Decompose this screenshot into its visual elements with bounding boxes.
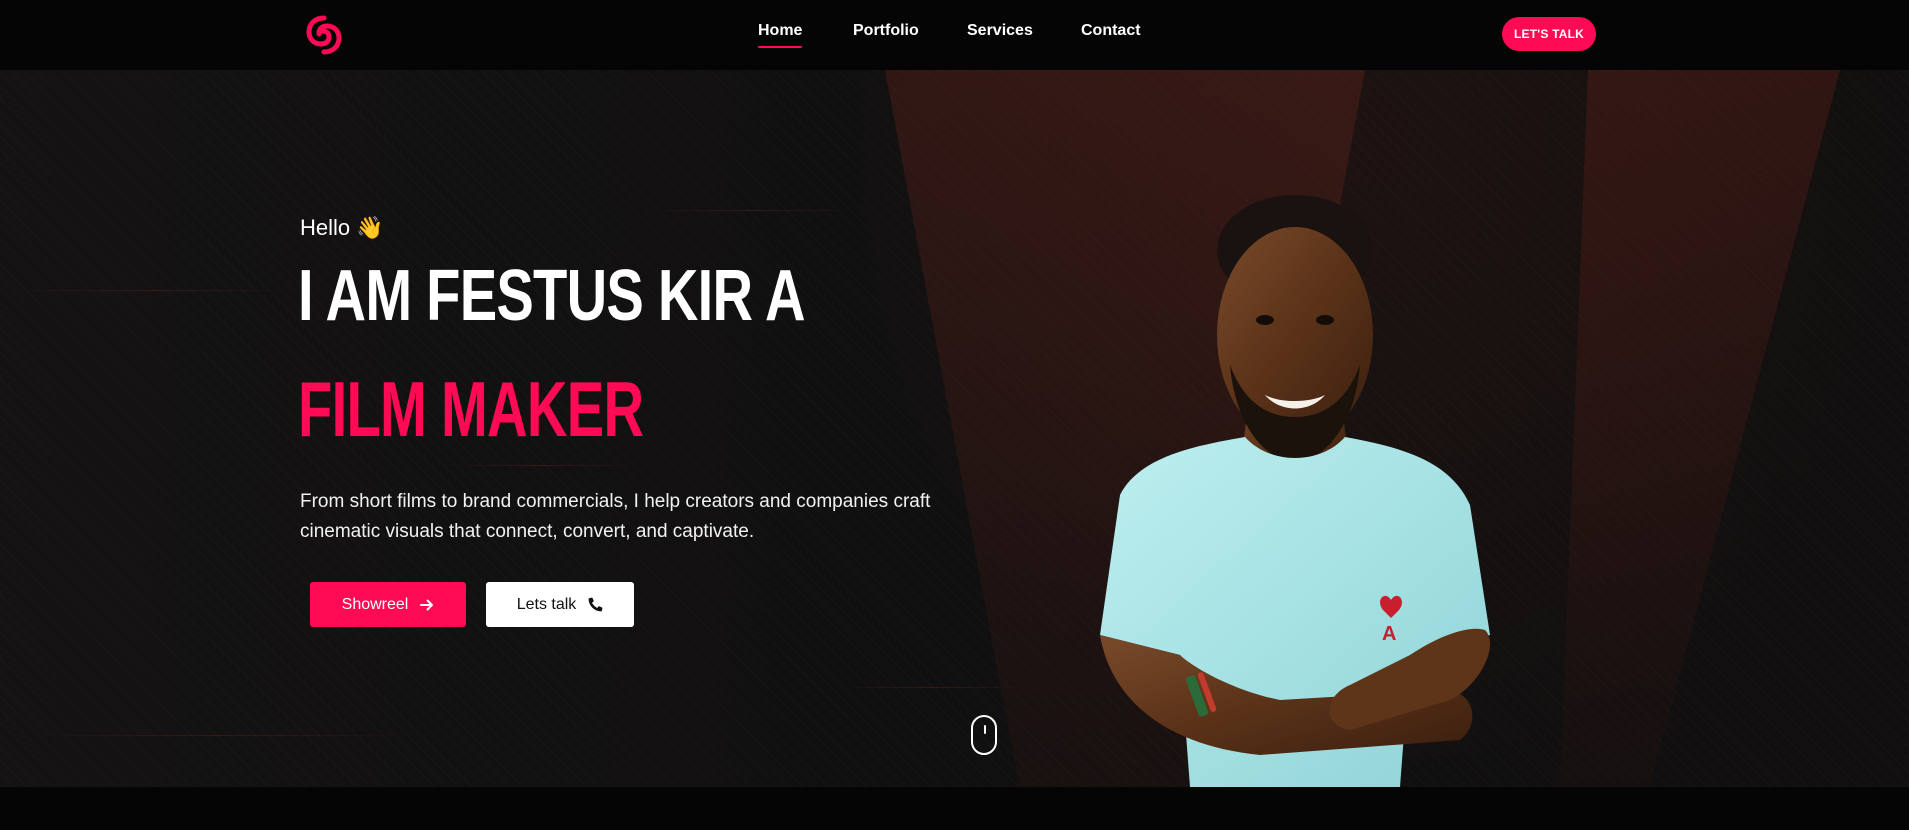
nav-portfolio[interactable]: Portfolio	[853, 22, 919, 40]
decorative-line	[640, 210, 860, 211]
decorative-line	[840, 687, 1030, 688]
lets-talk-label: Lets talk	[516, 595, 577, 613]
main-nav: Home Portfolio Services Contact	[0, 0, 1909, 70]
arrow-right-icon	[420, 599, 434, 610]
phone-icon	[588, 597, 603, 612]
hero-headline: I AM FESTUS KIR A	[298, 256, 806, 336]
hero-section: Hello 👋 I AM FESTUS KIR A FILM MAKER Fro…	[0, 70, 1909, 787]
showreel-button[interactable]: Showreel	[310, 582, 466, 627]
portrait-image: A	[1100, 195, 1491, 787]
showreel-label: Showreel	[341, 595, 409, 613]
site-header: Home Portfolio Services Contact LET'S TA…	[0, 0, 1909, 70]
next-section-edge	[0, 787, 1909, 830]
mouse-scroll-icon[interactable]	[971, 715, 997, 755]
hero-role: FILM MAKER	[298, 365, 644, 453]
decorative-line	[440, 465, 640, 466]
lets-talk-header-button[interactable]: LET'S TALK	[1502, 17, 1596, 51]
nav-contact[interactable]: Contact	[1081, 22, 1141, 40]
nav-home[interactable]: Home	[758, 22, 803, 48]
decorative-line	[0, 290, 300, 291]
decorative-line	[20, 735, 420, 736]
hero-intro: From short films to brand commercials, I…	[300, 491, 931, 542]
svg-text:A: A	[1382, 623, 1396, 645]
lets-talk-button[interactable]: Lets talk	[486, 582, 634, 627]
nav-services[interactable]: Services	[967, 22, 1033, 40]
greeting-text: Hello 👋	[300, 215, 384, 240]
